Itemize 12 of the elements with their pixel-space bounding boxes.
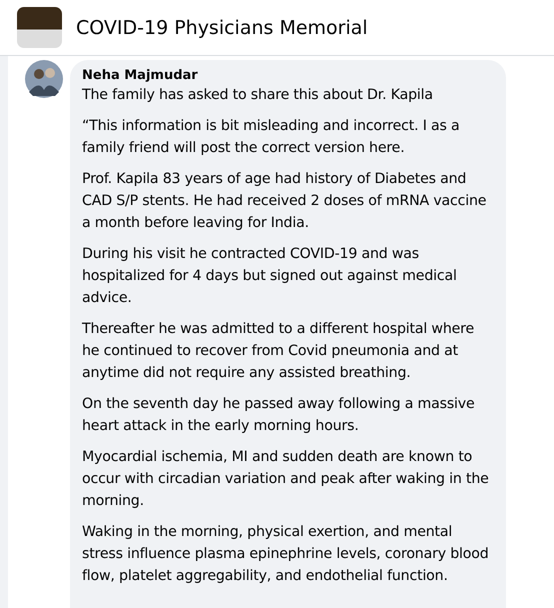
page-title[interactable]: COVID-19 Physicians Memorial <box>76 16 368 38</box>
avatar-icon[interactable] <box>25 60 63 98</box>
comment-paragraph: Thereafter he was admitted to a different hospital where he continued to recover from Covid pneumonia and at anytime did not require any assisted breathing. <box>82 320 475 383</box>
comment-paragraph: Waking in the morning, physical exertion, and mental stress influence plasma epinephrine levels, coronary blood flow, platelet aggregability, and endothelial function. <box>82 523 490 586</box>
comment-paragraph: “This information is bit misleading and incorrect. I as a family friend will post the correct version here. <box>82 117 460 158</box>
comment-paragraph: The family has asked to share this about Dr. Kapila <box>82 86 433 105</box>
comment-paragraph: During his visit he contracted COVID-19 and was hospitalized for 4 days but signed out against medical advice. <box>82 245 458 308</box>
comment-paragraph: On the seventh day he passed away following a massive heart attack in the early morning hours. <box>82 395 476 436</box>
page-photo-placeholder[interactable] <box>17 7 62 48</box>
comment-paragraph: Prof. Kapila 83 years of age had history of Diabetes and CAD S/P stents. He had received 2 doses of mRNA vaccine a month before leaving for India. <box>82 170 488 233</box>
author-name[interactable]: Neha Majmudar <box>82 68 198 84</box>
comment-paragraph: Myocardial ischemia, MI and sudden death are known to occur with circadian variation and peak after waking in the morning. <box>82 448 490 511</box>
